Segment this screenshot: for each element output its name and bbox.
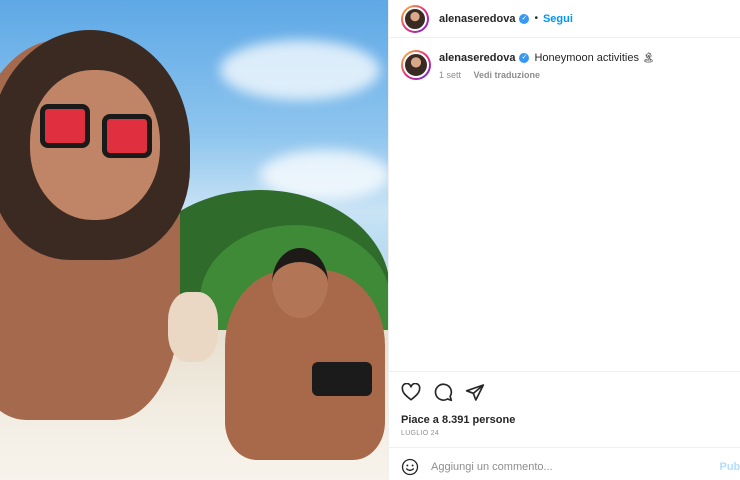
avatar[interactable] bbox=[401, 4, 429, 33]
post-details-panel: alenaseredova ✓ • Segui alenaseredova ✓ Ho… bbox=[388, 0, 740, 480]
paper-plane-icon[interactable] bbox=[465, 383, 485, 402]
island-emoji-icon: 🏝 bbox=[642, 53, 655, 64]
photo-man-shorts bbox=[312, 362, 372, 396]
caption-body: alenaseredova ✓ Honeymoon activities 🏝 1 se… bbox=[439, 52, 655, 80]
avatar-image bbox=[403, 52, 429, 78]
avatar-image bbox=[403, 6, 427, 31]
follow-button[interactable]: Segui bbox=[543, 13, 573, 25]
verified-badge-icon: ✓ bbox=[519, 53, 530, 64]
post-date: LUGLIO 24 bbox=[401, 430, 440, 437]
post-photo[interactable] bbox=[0, 0, 388, 480]
divider bbox=[389, 447, 740, 448]
caption-text: Honeymoon activities bbox=[534, 52, 639, 64]
photo-cloud bbox=[220, 40, 380, 100]
caption-avatar[interactable] bbox=[401, 50, 431, 80]
caption-line: alenaseredova ✓ Honeymoon activities 🏝 bbox=[439, 52, 655, 64]
username-link[interactable]: alenaseredova bbox=[439, 13, 515, 25]
likes-count[interactable]: Piace a 8.391 persone bbox=[401, 414, 515, 426]
verified-badge-icon: ✓ bbox=[519, 13, 530, 24]
comment-bar: Pubb bbox=[389, 454, 740, 480]
caption-meta: 1 sett Vedi traduzione bbox=[439, 70, 655, 80]
comment-input[interactable] bbox=[431, 461, 701, 473]
caption: alenaseredova ✓ Honeymoon activities 🏝 1 se… bbox=[389, 38, 740, 80]
comment-icon[interactable] bbox=[433, 382, 453, 402]
action-bar bbox=[401, 382, 485, 402]
post-header: alenaseredova ✓ • Segui bbox=[389, 0, 740, 38]
sunglasses bbox=[40, 104, 152, 160]
separator-dot: • bbox=[534, 13, 538, 24]
caption-username-link[interactable]: alenaseredova bbox=[439, 52, 515, 64]
time-ago[interactable]: 1 sett bbox=[439, 70, 461, 80]
photo-man-head bbox=[272, 248, 328, 318]
heart-icon[interactable] bbox=[401, 383, 421, 401]
publish-button[interactable]: Pubb bbox=[720, 461, 740, 473]
translate-link[interactable]: Vedi traduzione bbox=[474, 70, 541, 80]
emoji-icon[interactable] bbox=[401, 458, 419, 476]
photo-child bbox=[168, 292, 218, 362]
divider bbox=[389, 371, 740, 372]
